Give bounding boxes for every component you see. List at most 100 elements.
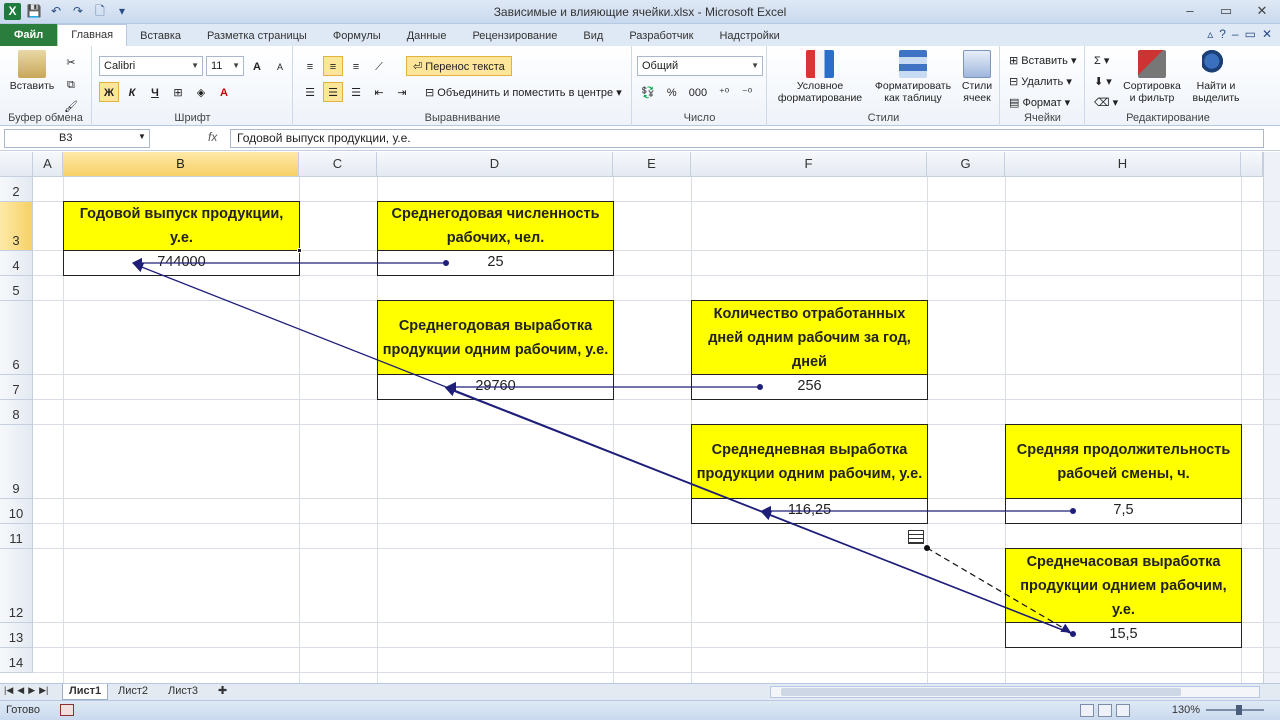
zoom-slider-knob[interactable]	[1236, 705, 1242, 715]
row-header-2[interactable]: 2	[0, 177, 33, 202]
cell-f7[interactable]: 256	[691, 374, 928, 400]
tab-home[interactable]: Главная	[57, 24, 128, 46]
fill-color-icon[interactable]: ◈	[191, 82, 211, 102]
tab-page-layout[interactable]: Разметка страницы	[194, 26, 320, 46]
cell-h9[interactable]: Средняя продолжительность рабочей смены,…	[1005, 424, 1242, 499]
grow-font-button[interactable]: A	[247, 56, 267, 76]
column-header-i[interactable]	[1241, 152, 1263, 177]
format-cells-button[interactable]: ▤ Формат ▾	[1005, 92, 1074, 112]
row-header-10[interactable]: 10	[0, 499, 33, 524]
delete-cells-button[interactable]: ⊟ Удалить ▾	[1005, 71, 1076, 91]
minimize-button[interactable]: –	[1172, 0, 1208, 22]
font-color-icon[interactable]: A	[214, 82, 234, 102]
row-header-11[interactable]: 11	[0, 524, 33, 549]
sort-filter-button[interactable]: Сортировка и фильтр	[1120, 50, 1184, 104]
underline-button[interactable]: Ч	[145, 82, 165, 102]
find-select-button[interactable]: Найти и выделить	[1186, 50, 1246, 104]
tab-addins[interactable]: Надстройки	[706, 26, 792, 46]
align-left-icon[interactable]: ☰	[300, 82, 320, 102]
cell-f9[interactable]: Среднедневная выработка продукции одним …	[691, 424, 928, 499]
tab-data[interactable]: Данные	[394, 26, 460, 46]
sheet-tab-2[interactable]: Лист2	[112, 684, 154, 700]
decrease-decimal-icon[interactable]: ⁻⁰	[737, 82, 757, 102]
horizontal-scrollbar[interactable]	[770, 686, 1260, 698]
horizontal-scroll-thumb[interactable]	[781, 688, 1181, 696]
tab-formulas[interactable]: Формулы	[320, 26, 394, 46]
column-header-d[interactable]: D	[377, 152, 613, 177]
percent-button[interactable]: %	[662, 82, 682, 102]
row-header-13[interactable]: 13	[0, 623, 33, 648]
cell-d4[interactable]: 25	[377, 250, 614, 276]
column-header-a[interactable]: A	[33, 152, 63, 177]
font-size-combo[interactable]: 11 ▼	[206, 56, 244, 76]
copy-icon[interactable]: ⧉	[61, 74, 81, 94]
column-header-e[interactable]: E	[613, 152, 691, 177]
formula-input[interactable]: Годовой выпуск продукции, у.е.	[230, 129, 1264, 148]
first-sheet-icon[interactable]: |◀	[4, 685, 13, 696]
sheet-tab-3[interactable]: Лист3	[162, 684, 204, 700]
tab-developer[interactable]: Разработчик	[616, 26, 706, 46]
select-all-corner[interactable]	[0, 152, 33, 177]
insert-function-button[interactable]: fx	[208, 130, 217, 144]
close-button[interactable]: ✕	[1244, 0, 1280, 22]
tab-review[interactable]: Рецензирование	[459, 26, 570, 46]
increase-indent-icon[interactable]: ⇥	[392, 82, 412, 102]
borders-icon[interactable]: ⊞	[168, 82, 188, 102]
vertical-scrollbar[interactable]	[1263, 152, 1280, 683]
row-header-3[interactable]: 3	[0, 202, 33, 251]
zoom-level[interactable]: 130%	[1172, 704, 1200, 716]
decrease-indent-icon[interactable]: ⇤	[369, 82, 389, 102]
sheet-tab-1[interactable]: Лист1	[62, 684, 109, 700]
row-header-4[interactable]: 4	[0, 251, 33, 276]
column-header-h[interactable]: H	[1005, 152, 1241, 177]
row-header-5[interactable]: 5	[0, 276, 33, 301]
currency-icon[interactable]: 💱	[637, 82, 659, 102]
increase-decimal-icon[interactable]: ⁺⁰	[714, 82, 734, 102]
tab-view[interactable]: Вид	[570, 26, 616, 46]
align-top-icon[interactable]: ≡	[300, 56, 320, 76]
cell-h12[interactable]: Среднечасовая выработка продукции однием…	[1005, 548, 1242, 623]
bold-button[interactable]: Ж	[99, 82, 119, 102]
next-sheet-icon[interactable]: ▶	[28, 685, 35, 696]
page-break-view-icon[interactable]	[1116, 704, 1130, 717]
shrink-font-button[interactable]: A	[270, 56, 290, 76]
cell-h13[interactable]: 15,5	[1005, 622, 1242, 648]
thousands-button[interactable]: 000	[685, 82, 711, 102]
column-header-f[interactable]: F	[691, 152, 927, 177]
align-bottom-icon[interactable]: ≡	[346, 56, 366, 76]
normal-view-icon[interactable]	[1080, 704, 1094, 717]
worksheet-grid[interactable]: A B C D E F G H 2 3 4 5 6 7 8 9 10 11 12…	[0, 152, 1280, 683]
cell-f6[interactable]: Количество отработанных дней одним рабоч…	[691, 300, 928, 375]
cell-b4[interactable]: 744000	[63, 250, 300, 276]
row-header-14[interactable]: 14	[0, 648, 33, 673]
row-header-8[interactable]: 8	[0, 400, 33, 425]
prev-sheet-icon[interactable]: ◀	[17, 685, 24, 696]
new-sheet-icon[interactable]: ✚	[212, 684, 233, 700]
align-center-icon[interactable]: ☰	[323, 82, 343, 102]
name-box[interactable]: B3	[4, 129, 150, 148]
conditional-formatting-button[interactable]: Условное форматирование	[770, 50, 870, 104]
number-format-combo[interactable]: Общий ▼	[637, 56, 763, 76]
cut-icon[interactable]: ✂	[61, 52, 81, 72]
insert-cells-button[interactable]: ⊞ Вставить ▾	[1005, 50, 1081, 70]
cell-d7[interactable]: 29760	[377, 374, 614, 400]
minimize-ribbon-icon[interactable]: ▵	[1207, 27, 1213, 41]
row-header-12[interactable]: 12	[0, 549, 33, 623]
row-header-9[interactable]: 9	[0, 425, 33, 499]
tab-insert[interactable]: Вставка	[127, 26, 194, 46]
cell-f10[interactable]: 116,25	[691, 498, 928, 524]
tab-file[interactable]: Файл	[0, 24, 58, 46]
paste-button[interactable]: Вставить	[6, 50, 58, 92]
workbook-minimize-icon[interactable]: –	[1232, 27, 1239, 41]
wrap-text-button[interactable]: ⏎ Перенос текста	[406, 56, 512, 76]
cell-d6[interactable]: Среднегодовая выработка продукции одним …	[377, 300, 614, 375]
cell-b3[interactable]: Годовой выпуск продукции, у.е.	[63, 201, 300, 251]
restore-button[interactable]: ▭	[1208, 0, 1244, 22]
autosum-icon[interactable]: Σ ▾	[1090, 50, 1113, 70]
orientation-icon[interactable]: ⟋	[369, 56, 389, 76]
fill-icon[interactable]: ⬇ ▾	[1090, 71, 1116, 91]
align-right-icon[interactable]: ☰	[346, 82, 366, 102]
italic-button[interactable]: К	[122, 82, 142, 102]
merge-center-button[interactable]: ⊟ Объединить и поместить в центре ▾	[421, 82, 626, 102]
cell-styles-button[interactable]: Стили ячеек	[956, 50, 998, 104]
